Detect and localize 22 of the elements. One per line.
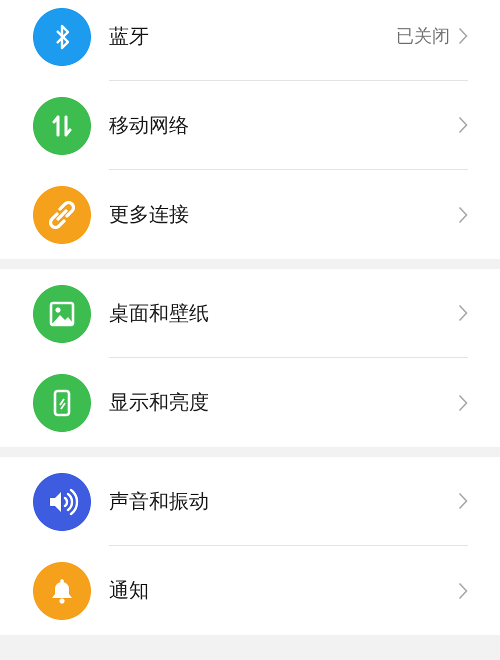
sound-icon — [33, 472, 91, 530]
setting-label[interactable]: 声音和振动 — [109, 488, 458, 514]
chevron-icon — [458, 206, 468, 224]
chevron-icon — [458, 582, 468, 600]
setting-label[interactable]: 桌面和壁纸 — [109, 300, 458, 326]
chevron-icon — [458, 492, 468, 510]
bluetooth-icon — [33, 8, 91, 66]
bell-icon — [33, 562, 91, 620]
setting-label[interactable]: 蓝牙 — [109, 22, 396, 50]
setting-label[interactable]: 显示和亮度 — [109, 389, 458, 416]
network-icon — [33, 96, 91, 154]
chevron-icon — [458, 304, 468, 322]
setting-label[interactable]: 移动网络 — [109, 112, 458, 138]
setting-label[interactable]: 更多连接 — [109, 201, 458, 228]
chevron-icon — [458, 116, 468, 134]
phone-icon — [33, 374, 91, 432]
setting-label[interactable]: 通知 — [109, 577, 458, 604]
chevron-icon — [458, 394, 468, 412]
link-icon — [33, 186, 91, 244]
setting-value: 已关闭 — [396, 25, 450, 48]
image-icon — [33, 284, 91, 342]
chevron-icon — [458, 27, 468, 45]
